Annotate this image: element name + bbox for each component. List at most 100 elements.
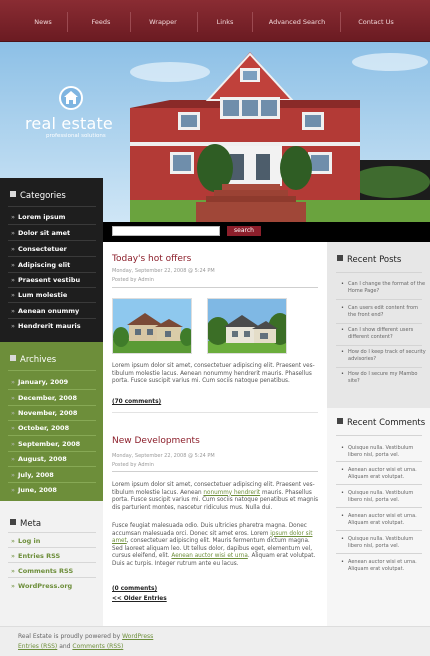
- archives-heading: Archives: [10, 355, 56, 365]
- category-item[interactable]: Hendrerit mauris: [11, 322, 81, 330]
- category-item[interactable]: Adipiscing elit: [11, 261, 70, 269]
- category-item[interactable]: Lorem ipsum: [11, 213, 65, 221]
- divider: [8, 272, 96, 273]
- recent-comment-link[interactable]: Aenean auctor wisi et urna. Aliquam erat…: [341, 559, 426, 572]
- archive-item[interactable]: October, 2008: [11, 424, 69, 432]
- archive-item[interactable]: November, 2008: [11, 409, 78, 417]
- category-item[interactable]: Consectetuer: [11, 245, 67, 253]
- meta-comments-rss-link[interactable]: Comments RSS: [11, 567, 73, 575]
- divider: [8, 435, 96, 436]
- square-bullet-icon: [337, 255, 343, 261]
- recent-comment-link[interactable]: Aenean auctor wisi et urna. Aliquam erat…: [341, 513, 426, 526]
- divider: [336, 530, 422, 531]
- post-date: Monday, September 22, 2008 @ 5:24 PM: [112, 453, 215, 459]
- recent-post-link[interactable]: Can users edit content from the front en…: [341, 305, 426, 318]
- category-item[interactable]: Aenean onummy: [11, 307, 79, 315]
- recent-post-link[interactable]: Can I change the format of the Home Page…: [341, 281, 426, 294]
- divider: [336, 461, 422, 462]
- search-bar: search: [103, 222, 430, 242]
- post-author: Posted by Admin: [112, 277, 154, 283]
- category-item[interactable]: Praesent vestibu: [11, 276, 80, 284]
- square-bullet-icon: [10, 355, 16, 361]
- search-input[interactable]: [112, 226, 220, 236]
- recent-post-link[interactable]: How do I secure my Mambo site?: [341, 371, 426, 384]
- recent-comments-heading: Recent Comments: [337, 418, 425, 428]
- wordpress-link[interactable]: WordPress: [122, 633, 153, 640]
- category-item[interactable]: Dolor sit amet: [11, 229, 70, 237]
- post-divider: [112, 471, 318, 472]
- meta-entries-rss-link[interactable]: Entries RSS: [11, 552, 60, 560]
- meta-login-link[interactable]: Log in: [11, 537, 41, 545]
- archive-item[interactable]: September, 2008: [11, 440, 80, 448]
- nav-feeds[interactable]: Feeds: [86, 15, 116, 29]
- post-title[interactable]: New Developments: [112, 436, 200, 446]
- post-excerpt: Lorem ipsum dolor sit amet, consectetuer…: [112, 363, 315, 385]
- recent-comment-link[interactable]: Aenean auctor wisi et urna. Aliquam erat…: [341, 467, 426, 480]
- divider: [336, 435, 422, 436]
- recent-comment-link[interactable]: Quisque nulla. Vestibulum libero nisl, p…: [341, 490, 426, 503]
- category-item[interactable]: Lum molestie: [11, 291, 67, 299]
- top-navigation: News Feeds Wrapper Links Advanced Search…: [0, 0, 430, 42]
- house-photo: [130, 52, 430, 222]
- nav-news[interactable]: News: [28, 15, 58, 29]
- divider: [8, 405, 96, 406]
- divider: [336, 553, 422, 554]
- inline-link[interactable]: nonummy hendrerit: [203, 490, 260, 496]
- right-sidebar: Recent Posts Can I change the format of …: [327, 242, 430, 626]
- archive-item[interactable]: January, 2009: [11, 378, 68, 386]
- footer-text: and: [57, 643, 73, 650]
- house-thumbnail-2[interactable]: [207, 298, 287, 354]
- meta-wordpress-link[interactable]: WordPress.org: [11, 582, 72, 590]
- divider: [8, 562, 96, 563]
- footer-powered-by: Real Estate is proudly powered by WordPr…: [18, 633, 153, 640]
- recent-post-link[interactable]: Can I show different users different con…: [341, 327, 426, 340]
- nav-separator: [252, 12, 253, 32]
- nav-separator: [340, 12, 341, 32]
- nav-links[interactable]: Links: [212, 15, 238, 29]
- divider: [336, 299, 422, 300]
- post-date: Monday, September 22, 2008 @ 5:24 PM: [112, 268, 215, 274]
- post-title[interactable]: Today's hot offers: [112, 254, 191, 264]
- recent-comment-link[interactable]: Quisque nulla. Vestibulum libero nisl, p…: [341, 445, 426, 458]
- archive-item[interactable]: December, 2008: [11, 394, 77, 402]
- recent-posts-heading: Recent Posts: [337, 255, 401, 265]
- divider: [8, 206, 96, 207]
- comments-link[interactable]: (70 comments): [112, 399, 161, 405]
- divider: [8, 318, 96, 319]
- nav-advanced-search[interactable]: Advanced Search: [268, 15, 326, 29]
- archive-item[interactable]: August, 2008: [11, 455, 67, 463]
- archive-item[interactable]: July, 2008: [11, 471, 54, 479]
- older-entries-link[interactable]: << Older Entries: [112, 596, 167, 602]
- divider: [8, 370, 96, 371]
- archive-item[interactable]: June, 2008: [11, 486, 57, 494]
- recent-comment-link[interactable]: Quisque nulla. Vestibulum libero nisl, p…: [341, 536, 426, 549]
- divider: [8, 451, 96, 452]
- divider: [8, 302, 96, 303]
- divider: [8, 224, 96, 225]
- divider: [336, 345, 422, 346]
- recent-post-link[interactable]: How do I keep track of security advisori…: [341, 349, 426, 362]
- house-thumbnail-1[interactable]: [112, 298, 192, 354]
- divider: [336, 484, 422, 485]
- house-logo-icon[interactable]: [59, 86, 83, 110]
- post-paragraph: Fusce feugiat malesuada odio. Duis ultri…: [112, 523, 320, 569]
- divider: [336, 507, 422, 508]
- logo-subtitle: professional solutions: [46, 133, 106, 139]
- meta-block: Meta Log in Entries RSS Comments RSS Wor…: [0, 501, 103, 626]
- nav-contact-us[interactable]: Contact Us: [355, 15, 397, 29]
- comments-rss-link[interactable]: Comments (RSS): [72, 643, 123, 650]
- divider: [8, 466, 96, 467]
- nav-wrapper[interactable]: Wrapper: [146, 15, 180, 29]
- footer-feeds: Entries (RSS) and Comments (RSS): [18, 643, 123, 650]
- comments-link[interactable]: (0 comments): [112, 586, 157, 592]
- inline-link[interactable]: Aenean auctor wisi et urna: [171, 553, 247, 559]
- divider: [336, 323, 422, 324]
- categories-block: Categories Lorem ipsum Dolor sit amet Co…: [0, 178, 103, 342]
- entries-rss-link[interactable]: Entries (RSS): [18, 643, 57, 650]
- archives-block: Archives January, 2009 December, 2008 No…: [0, 342, 103, 501]
- post-author: Posted by Admin: [112, 462, 154, 468]
- logo-title[interactable]: real estate: [25, 114, 113, 133]
- square-bullet-icon: [10, 191, 16, 197]
- nav-separator: [197, 12, 198, 32]
- search-button[interactable]: search: [227, 226, 261, 236]
